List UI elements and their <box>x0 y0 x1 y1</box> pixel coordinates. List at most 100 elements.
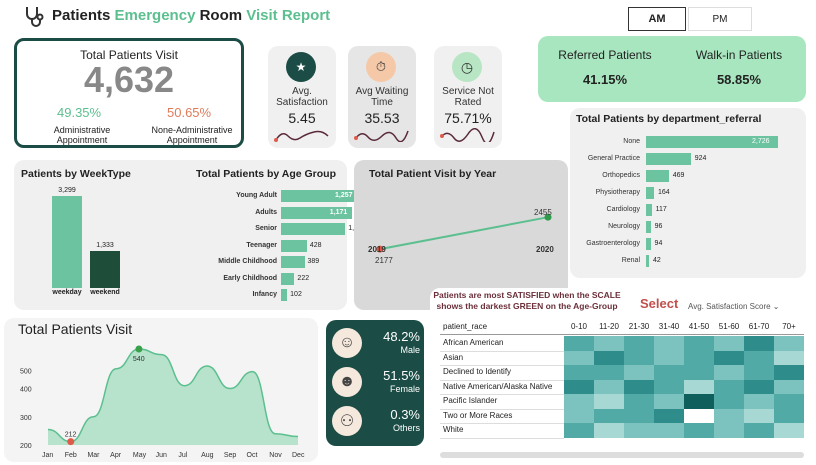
heatmap-cell[interactable] <box>744 408 774 423</box>
heatmap-cell[interactable] <box>774 379 804 394</box>
heatmap-cell[interactable] <box>684 336 714 351</box>
heatmap-cell[interactable] <box>654 379 684 394</box>
heatmap-cell[interactable] <box>654 408 684 423</box>
heatmap-cell[interactable] <box>594 350 624 365</box>
heatmap-cell[interactable] <box>564 365 594 380</box>
age-value: 1,171 <box>329 208 348 216</box>
heatmap-cell[interactable] <box>654 394 684 409</box>
heatmap-cell[interactable] <box>564 336 594 351</box>
department-title: Total Patients by department_referral <box>576 113 762 125</box>
heatmap-cell[interactable] <box>654 336 684 351</box>
heatmap-cell[interactable] <box>774 350 804 365</box>
heatmap-cell[interactable] <box>684 365 714 380</box>
age-label: Young Adult <box>236 192 277 199</box>
dept-label: Renal <box>621 257 640 264</box>
heatmap-cell[interactable] <box>594 379 624 394</box>
heatmap-cell[interactable] <box>684 408 714 423</box>
max-point[interactable] <box>135 345 143 353</box>
age-bar[interactable] <box>281 289 288 301</box>
heatmap-cell[interactable] <box>714 336 744 351</box>
min-label: 212 <box>65 432 77 439</box>
heatmap-cell[interactable] <box>774 365 804 380</box>
heatmap-row-divider <box>440 394 564 395</box>
dept-bar[interactable] <box>646 187 654 199</box>
heatmap-cell[interactable] <box>714 379 744 394</box>
heatmap-cell[interactable] <box>684 350 714 365</box>
heatmap-cell[interactable] <box>744 336 774 351</box>
weektype-title: Patients by WeekType <box>21 168 131 180</box>
dept-bar[interactable] <box>646 255 649 267</box>
heatmap-cell[interactable] <box>654 365 684 380</box>
heatmap-cell[interactable] <box>564 408 594 423</box>
heatmap-cell[interactable] <box>594 336 624 351</box>
heatmap-column-header[interactable]: 70+ <box>774 322 804 331</box>
dept-bar[interactable] <box>646 221 651 233</box>
heatmap-cell[interactable] <box>594 423 624 438</box>
heatmap-cell[interactable] <box>744 423 774 438</box>
heatmap-cell[interactable] <box>774 408 804 423</box>
dept-bar[interactable] <box>646 204 652 216</box>
heatmap-cell[interactable] <box>714 365 744 380</box>
heatmap-cell[interactable] <box>744 350 774 365</box>
heatmap-cell[interactable] <box>744 394 774 409</box>
heatmap-cell[interactable] <box>744 365 774 380</box>
weektype-label: weekend <box>90 289 120 296</box>
heatmap-column-header[interactable]: 61-70 <box>744 322 774 331</box>
heatmap-cell[interactable] <box>774 423 804 438</box>
satisfaction-dropdown[interactable]: Avg. Satisfaction Score ⌄ <box>688 302 780 311</box>
age-bar[interactable] <box>281 272 295 285</box>
y-tick: 200 <box>20 443 32 450</box>
min-point[interactable] <box>67 438 75 446</box>
age-bar[interactable] <box>281 239 307 252</box>
weektype-bar[interactable] <box>52 196 82 288</box>
heatmap-cell[interactable] <box>594 365 624 380</box>
weektype-bar[interactable] <box>90 250 120 288</box>
heatmap-column-header[interactable]: 51-60 <box>714 322 744 331</box>
heatmap-cell[interactable] <box>684 423 714 438</box>
heatmap-cell[interactable] <box>744 379 774 394</box>
heatmap-cell[interactable] <box>564 394 594 409</box>
dept-label: Orthopedics <box>602 172 640 179</box>
heatmap-cell[interactable] <box>714 350 744 365</box>
heatmap-cell[interactable] <box>774 336 804 351</box>
heatmap-cell[interactable] <box>594 394 624 409</box>
age-label: Middle Childhood <box>218 258 277 265</box>
heatmap-cell[interactable] <box>624 423 654 438</box>
age-bar[interactable] <box>281 223 346 235</box>
heatmap-cell[interactable] <box>684 394 714 409</box>
am-button[interactable]: AM <box>628 7 686 31</box>
heatmap-cell[interactable] <box>564 379 594 394</box>
heatmap-cell[interactable] <box>564 350 594 365</box>
heatmap-column-header[interactable]: 11-20 <box>594 322 624 331</box>
heatmap-cell[interactable] <box>624 365 654 380</box>
gender-card: ☺ 48.2% Male ☻ 51.5% Female ⚇ 0.3% Others <box>326 320 424 446</box>
heatmap-cell[interactable] <box>684 379 714 394</box>
horizontal-scrollbar[interactable] <box>440 452 804 458</box>
heatmap-cell[interactable] <box>654 350 684 365</box>
heatmap-cell[interactable] <box>624 350 654 365</box>
dept-bar[interactable] <box>646 238 651 250</box>
page-title: Patients Emergency Room Visit Report <box>52 7 331 24</box>
heatmap-column-header[interactable]: 31-40 <box>654 322 684 331</box>
heatmap-cell[interactable] <box>714 408 744 423</box>
heatmap-cell[interactable] <box>624 379 654 394</box>
heatmap-cell[interactable] <box>714 394 744 409</box>
heatmap-cell[interactable] <box>624 336 654 351</box>
heatmap-column-header[interactable]: 0-10 <box>564 322 594 331</box>
heatmap-cell[interactable] <box>624 394 654 409</box>
heatmap-cell[interactable] <box>624 408 654 423</box>
heatmap-column-header[interactable]: 41-50 <box>684 322 714 331</box>
referred-label: Referred Patients <box>558 48 652 62</box>
heatmap-cell[interactable] <box>774 394 804 409</box>
age-value: 1,257 <box>335 192 353 199</box>
heatmap-cell[interactable] <box>654 423 684 438</box>
heatmap-cell[interactable] <box>714 423 744 438</box>
age-bar[interactable] <box>281 256 305 268</box>
heatmap-cell[interactable] <box>594 408 624 423</box>
heatmap-column-header[interactable]: 21-30 <box>624 322 654 331</box>
age-label: Adults <box>255 208 277 216</box>
dept-bar[interactable] <box>646 153 691 165</box>
dept-bar[interactable] <box>646 170 669 182</box>
pm-button[interactable]: PM <box>688 7 752 31</box>
heatmap-cell[interactable] <box>564 423 594 438</box>
